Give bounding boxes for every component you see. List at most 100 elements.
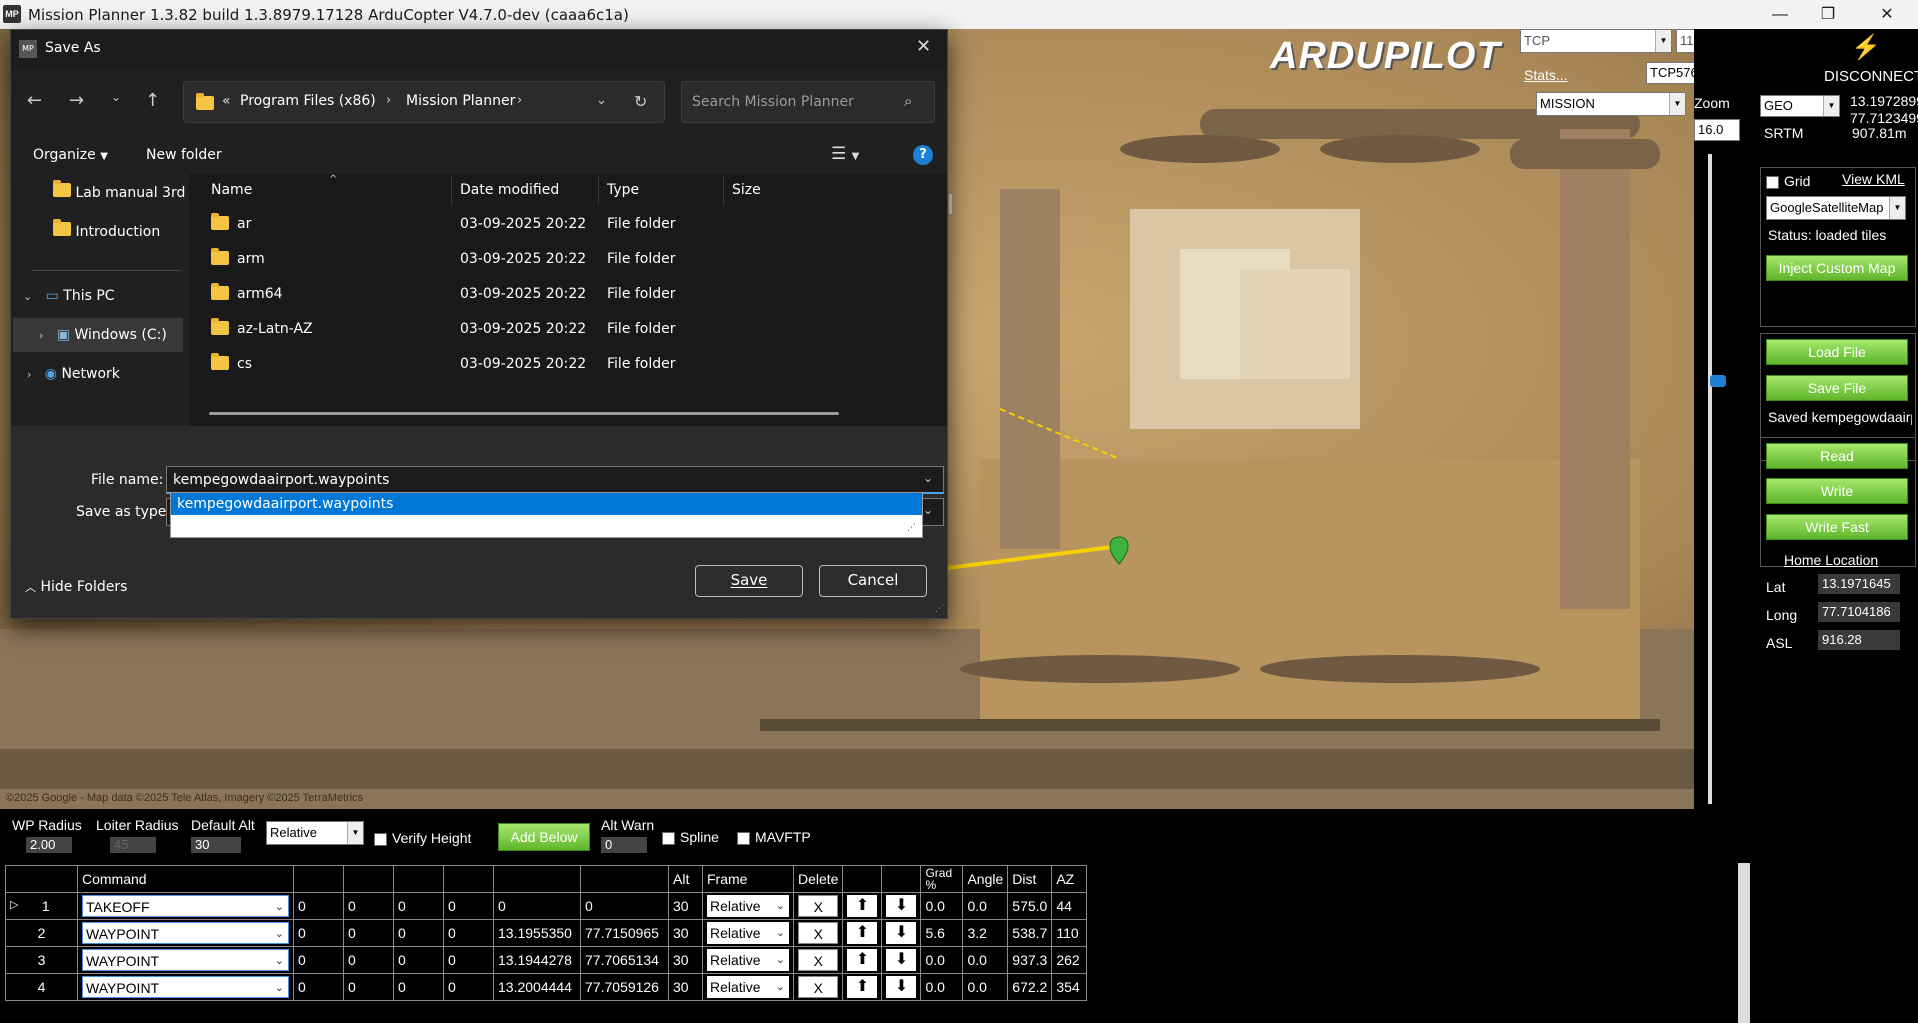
param-cell[interactable]: 0 xyxy=(393,973,444,1001)
view-options-icon[interactable]: ☰ ▼ xyxy=(831,144,859,164)
file-row[interactable]: cs 03-09-2025 20:22 File folder xyxy=(189,347,909,381)
loiter-radius-input[interactable]: 45 xyxy=(110,837,156,853)
arrow-up-icon[interactable]: ⬆ xyxy=(847,976,878,998)
minimize-icon[interactable]: — xyxy=(1757,0,1803,29)
mission-scrollbar[interactable] xyxy=(1738,863,1750,1023)
save-file-button[interactable]: Save File xyxy=(1766,375,1908,401)
command-cell[interactable]: WAYPOINT ⌄ xyxy=(77,973,294,1001)
param-cell[interactable]: 0 xyxy=(443,892,494,920)
stats-link[interactable]: Stats... xyxy=(1524,67,1568,83)
map-type-select[interactable]: GoogleSatelliteMap ▼ xyxy=(1766,196,1906,220)
table-row[interactable]: ▷ 1 TAKEOFF ⌄ 0 0 0 0 0 0 30 Relative ⌄ X ⬆… xyxy=(5,892,1088,920)
new-folder-button[interactable]: New folder xyxy=(146,147,222,163)
delete-button[interactable]: X xyxy=(798,949,839,971)
lng-cell[interactable]: 77.7150965 xyxy=(580,919,669,947)
param-cell[interactable]: 0 xyxy=(343,919,394,947)
nav-item-network[interactable]: › ◉ Network xyxy=(27,366,120,382)
lat-cell[interactable]: 13.1944278 xyxy=(493,946,581,974)
command-cell[interactable]: WAYPOINT ⌄ xyxy=(77,919,294,947)
column-type[interactable]: Type xyxy=(607,182,639,198)
resize-grip-icon[interactable]: ⋰ xyxy=(907,523,916,533)
param-cell[interactable]: 0 xyxy=(393,919,444,947)
zoom-slider[interactable] xyxy=(1708,154,1712,804)
grid-check[interactable] xyxy=(1766,175,1779,189)
nav-item-this-pc[interactable]: ⌄ ▭ This PC xyxy=(23,288,115,304)
param-cell[interactable]: 0 xyxy=(343,946,394,974)
home-lat-field[interactable]: 13.1971645 xyxy=(1818,574,1900,594)
back-icon[interactable]: ← xyxy=(27,90,42,111)
lat-cell[interactable]: 13.1955350 xyxy=(493,919,581,947)
protocol-select[interactable]: TCP ▼ xyxy=(1520,29,1672,53)
arrow-up-icon[interactable]: ⬆ xyxy=(847,922,878,944)
command-cell[interactable]: TAKEOFF ⌄ xyxy=(77,892,294,920)
disconnect-button[interactable]: ⚡ xyxy=(1821,33,1911,69)
mavftp-checkbox[interactable]: MAVFTP xyxy=(737,829,811,845)
wp-radius-input[interactable]: 2.00 xyxy=(26,837,72,853)
frame-select[interactable]: Relative ⌄ xyxy=(707,922,789,944)
chevron-down-icon[interactable]: ⌄ xyxy=(923,471,933,485)
param-cell[interactable]: 0 xyxy=(293,919,344,947)
recent-chevron-icon[interactable]: ⌄ xyxy=(111,90,121,104)
breadcrumb-mission-planner[interactable]: Mission Planner xyxy=(406,93,515,109)
help-icon[interactable]: ? xyxy=(913,145,933,165)
verify-height-checkbox[interactable]: Verify Height xyxy=(374,830,471,846)
breadcrumb-overflow[interactable]: « xyxy=(222,93,231,109)
zoom-slider-thumb[interactable] xyxy=(1710,375,1726,387)
refresh-icon[interactable]: ↻ xyxy=(634,92,647,111)
spline-checkbox[interactable]: Spline xyxy=(662,829,719,845)
alt-frame-select[interactable]: Relative ▼ xyxy=(266,821,364,845)
frame-select[interactable]: Relative ⌄ xyxy=(707,895,789,917)
command-cell[interactable]: WAYPOINT ⌄ xyxy=(77,946,294,974)
breadcrumb-program-files[interactable]: Program Files (x86) xyxy=(240,93,376,109)
lat-cell[interactable]: 0 xyxy=(493,892,581,920)
delete-button[interactable]: X xyxy=(798,922,839,944)
param-cell[interactable]: 0 xyxy=(293,892,344,920)
alt-cell[interactable]: 30 xyxy=(668,973,703,1001)
lng-cell[interactable]: 77.7059126 xyxy=(580,973,669,1001)
frame-select[interactable]: Relative ⌄ xyxy=(707,949,789,971)
read-button[interactable]: Read xyxy=(1766,443,1908,469)
search-box[interactable]: Search Mission Planner ⌕ xyxy=(681,81,935,123)
file-row[interactable]: arm64 03-09-2025 20:22 File folder xyxy=(189,277,909,311)
column-size[interactable]: Size xyxy=(732,182,761,198)
address-bar[interactable]: « Program Files (x86) › Mission Planner … xyxy=(183,81,665,123)
organize-menu[interactable]: Organize ▼ xyxy=(33,147,108,163)
load-file-button[interactable]: Load File xyxy=(1766,339,1908,365)
frame-cell[interactable]: Relative ⌄ xyxy=(702,892,794,920)
chevron-down-icon[interactable]: ⌄ xyxy=(596,93,607,108)
param-cell[interactable]: 0 xyxy=(343,892,394,920)
param-cell[interactable]: 0 xyxy=(343,973,394,1001)
param-cell[interactable]: 0 xyxy=(293,973,344,1001)
table-row[interactable]: 4 WAYPOINT ⌄ 0 0 0 0 13.2004444 77.705912… xyxy=(5,973,1088,1001)
search-input[interactable]: Search Mission Planner xyxy=(692,94,854,110)
write-fast-button[interactable]: Write Fast xyxy=(1766,514,1908,540)
nav-item-introduction[interactable]: Introduction xyxy=(53,219,160,240)
verify-height-check[interactable] xyxy=(374,832,387,846)
horizontal-scrollbar[interactable] xyxy=(209,412,839,415)
frame-cell[interactable]: Relative ⌄ xyxy=(702,973,794,1001)
default-alt-input[interactable]: 30 xyxy=(191,837,241,853)
table-row[interactable]: 3 WAYPOINT ⌄ 0 0 0 0 13.1944278 77.706513… xyxy=(5,946,1088,974)
delete-button[interactable]: X xyxy=(798,976,839,998)
alt-warn-input[interactable]: 0 xyxy=(601,837,647,853)
arrow-down-icon[interactable]: ⬇ xyxy=(886,976,917,998)
lng-cell[interactable]: 0 xyxy=(580,892,669,920)
param-cell[interactable]: 0 xyxy=(443,919,494,947)
nav-item-lab-manual[interactable]: Lab manual 3rd xyxy=(53,180,185,201)
arrow-down-icon[interactable]: ⬇ xyxy=(886,922,917,944)
frame-cell[interactable]: Relative ⌄ xyxy=(702,919,794,947)
write-button[interactable]: Write xyxy=(1766,478,1908,504)
cancel-button[interactable]: Cancel xyxy=(819,565,927,597)
port-select[interactable]: TCP5760-1-QUADROTOR▼ xyxy=(1646,62,1694,84)
command-select[interactable]: WAYPOINT ⌄ xyxy=(82,976,289,998)
view-kml-link[interactable]: View KML xyxy=(1842,171,1905,187)
file-name-input[interactable]: kempegowdaairport.waypoints ⌄ xyxy=(166,466,944,494)
nav-item-windows[interactable]: › ▣ Windows (C:) xyxy=(39,327,167,343)
frame-cell[interactable]: Relative ⌄ xyxy=(702,946,794,974)
lat-cell[interactable]: 13.2004444 xyxy=(493,973,581,1001)
param-cell[interactable]: 0 xyxy=(393,946,444,974)
map-mode-select[interactable]: MISSION ▼ xyxy=(1536,92,1686,116)
lng-cell[interactable]: 77.7065134 xyxy=(580,946,669,974)
arrow-down-icon[interactable]: ⬇ xyxy=(886,949,917,971)
up-icon[interactable]: ↑ xyxy=(145,90,160,111)
